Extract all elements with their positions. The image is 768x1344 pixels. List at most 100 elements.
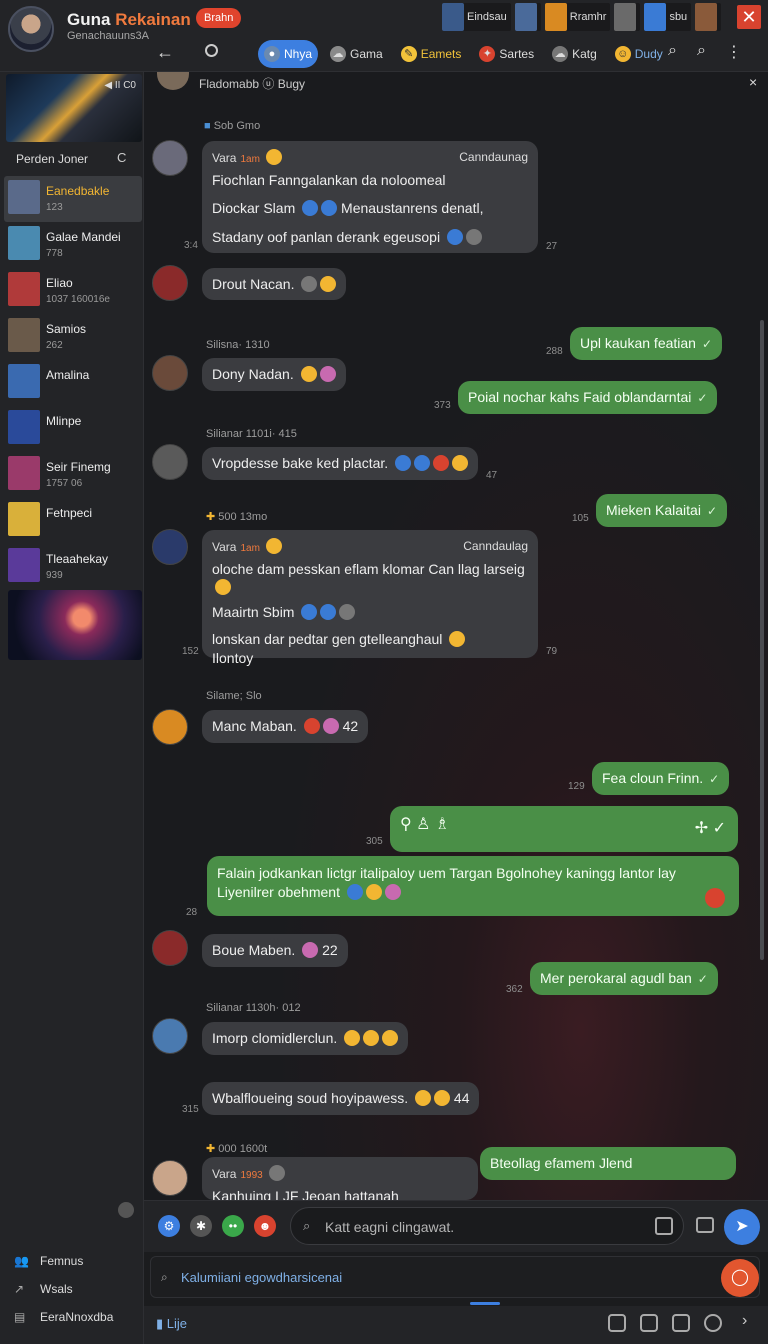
profile-avatar[interactable]: [8, 6, 54, 52]
tab-nhya[interactable]: ● Nhya: [258, 40, 319, 68]
reaction-count: 44: [453, 1090, 470, 1106]
send-button[interactable]: ➤: [724, 1209, 760, 1245]
camera-icon[interactable]: [696, 1217, 714, 1233]
message-bubble-outgoing[interactable]: Falain jodkankan lictgr italipaloy uem T…: [207, 856, 739, 916]
sidebar-item[interactable]: Mlinpe: [4, 406, 142, 452]
sidebar: ◀ II C0 Perden Joner C Eanedbakle 123 Gal…: [0, 72, 144, 1344]
avatar[interactable]: [152, 1160, 188, 1196]
message-bubble[interactable]: Manc Maban. 42: [202, 710, 369, 743]
more-icon[interactable]: ⋮: [726, 42, 742, 62]
avatar[interactable]: [152, 444, 188, 480]
circle-icon[interactable]: [205, 44, 218, 57]
sidebar-item[interactable]: Fetnpeci: [4, 498, 142, 544]
pinned-bar[interactable]: Fladomabb ⓤ Bugy ×: [155, 72, 768, 94]
more-dots-icon[interactable]: ••: [222, 1215, 244, 1237]
search-bar[interactable]: ⌕ Kalumiiani egowdharsicenai ◯: [150, 1256, 760, 1298]
message-text: Kanhuing I JF Jeoan hattanah frefileuana: [212, 1187, 399, 1201]
sidebar-item[interactable]: Galae Mandei 778: [4, 222, 142, 268]
message-text: Poial nochar kahs Faid oblandarntai: [468, 389, 692, 405]
toolbar-icons: ⌕ ⌕ ⋮: [668, 42, 742, 62]
sidebar-item[interactable]: Tleaahekay 939: [4, 544, 142, 590]
message-bubble[interactable]: Vara 1am Canndaunag Fiochlan Fanngalankan…: [202, 141, 538, 253]
message-text: Fiochlan Fanngalankan da noloomeal: [212, 171, 446, 188]
strip-item[interactable]: [695, 3, 722, 31]
message-bubble[interactable]: Boue Maben. 22: [202, 934, 348, 967]
search-go-button[interactable]: ◯: [721, 1259, 759, 1297]
message-input[interactable]: ⌕ Katt eagni clingawat.: [290, 1207, 684, 1245]
thumbnail: [8, 318, 40, 352]
media-controls[interactable]: ◀ II C0: [104, 80, 136, 91]
search-icon[interactable]: ⌕: [668, 42, 677, 62]
strip-item[interactable]: sbu: [644, 3, 692, 31]
footer-item-wsals[interactable]: ↗ Wsals: [14, 1280, 113, 1298]
bottom-link[interactable]: ▮ Lije: [156, 1316, 187, 1332]
sticker-icon[interactable]: ☻: [254, 1215, 276, 1237]
timestamp: 27: [546, 241, 558, 252]
sidebar-item[interactable]: Eanedbakle 123: [4, 176, 142, 222]
message-bubble[interactable]: Vara 1am Canndaulag oloche dam pesskan ef…: [202, 530, 538, 666]
message-bubble-outgoing[interactable]: Fea cloun Frinn. ✓: [592, 762, 730, 795]
chevron-right-icon[interactable]: ›: [742, 1312, 747, 1330]
message-bubble-outgoing[interactable]: Mieken Kalaitai ✓: [596, 494, 727, 527]
avatar[interactable]: [152, 265, 188, 301]
sidebar-item[interactable]: Eliao 1037 160016e: [4, 268, 142, 314]
scrollbar[interactable]: [760, 320, 764, 960]
footer-item-eeranoxdba[interactable]: ▤ EeraNnoxdba: [14, 1308, 113, 1326]
avatar[interactable]: [152, 709, 188, 745]
message-bubble[interactable]: Vara1993 Kanhuing I JF Jeoan hattanah fr…: [202, 1157, 478, 1200]
sidebar-item-title: Mlinpe: [46, 414, 82, 428]
strip-item[interactable]: Eindsau: [442, 3, 511, 31]
message-bubble-outgoing[interactable]: Poial nochar kahs Faid oblandarntai ✓: [458, 381, 718, 414]
tab-katg[interactable]: ☁ Katg: [546, 40, 603, 68]
close-icon[interactable]: ×: [749, 74, 757, 90]
tab-dudy[interactable]: ☺ Dudy: [609, 40, 669, 68]
avatar[interactable]: [152, 529, 188, 565]
puzzle-icon[interactable]: [640, 1314, 658, 1332]
sidebar-item[interactable]: Seir Finemg 1757 06: [4, 452, 142, 498]
strip-item[interactable]: Rramhr: [544, 3, 611, 31]
tab-sartes[interactable]: ✦ Sartes: [473, 40, 540, 68]
footer-item-femnus[interactable]: 👥 Femnus: [14, 1252, 113, 1270]
strip-item[interactable]: [614, 3, 641, 31]
message-bubble-outgoing[interactable]: Mer perokaral agudl ban ✓: [530, 962, 718, 995]
message-label: Canndaunag: [459, 150, 528, 164]
refresh-icon[interactable]: C: [117, 150, 126, 165]
avatar[interactable]: [152, 140, 188, 176]
message-bubble[interactable]: Wbalfloueing soud hoyipawess. 44: [202, 1082, 480, 1115]
message-bubble-outgoing[interactable]: Upl kaukan featian ✓: [570, 327, 723, 360]
tab-eamets[interactable]: ✎ Eamets: [395, 40, 468, 68]
vk-icon[interactable]: ✱: [190, 1215, 212, 1237]
profile-name-last: Rekainan: [115, 10, 191, 29]
gear-icon[interactable]: ⚙: [158, 1215, 180, 1237]
alert-icon[interactable]: [705, 888, 725, 908]
status-dot[interactable]: [118, 1202, 134, 1218]
message-bubble[interactable]: Dony Nadan.: [202, 358, 346, 391]
message-bubble[interactable]: Vropdesse bake ked plactar.: [202, 447, 479, 480]
sidebar-item[interactable]: Amalina: [4, 360, 142, 406]
close-icon[interactable]: ✕: [737, 5, 761, 29]
attach-icon[interactable]: [655, 1217, 673, 1235]
caption-icon[interactable]: [672, 1314, 690, 1332]
emoji-icon[interactable]: [704, 1314, 722, 1332]
sidebar-item-title: Tleaahekay: [46, 552, 109, 566]
tab-gama[interactable]: ☁ Gama: [324, 40, 389, 68]
message-text: lonskan dar pedtar gen gtelleanghaul: [212, 631, 443, 648]
status-badge[interactable]: Brahn: [196, 8, 242, 28]
message-text: Ilontoy: [212, 650, 254, 667]
sidebar-item[interactable]: Samios 262: [4, 314, 142, 360]
screenshot-icon[interactable]: [608, 1314, 626, 1332]
message-bubble[interactable]: Imorp clomidlerclun.: [202, 1022, 409, 1055]
message-bubble-outgoing[interactable]: Bteollag efamem Jlend: [480, 1147, 736, 1180]
search-icon[interactable]: ⌕: [697, 42, 706, 62]
sidebar-list: Eanedbakle 123 Galae Mandei 778 Eliao 1037 …: [4, 176, 142, 590]
avatar[interactable]: [152, 355, 188, 391]
avatar[interactable]: [152, 930, 188, 966]
message-bubble-outgoing[interactable]: ⚲ ♙ ♗ ✢ ✓: [390, 806, 738, 852]
sidebar-banner[interactable]: ◀ II C0: [6, 74, 142, 142]
avatar[interactable]: [152, 1018, 188, 1054]
back-arrow-icon[interactable]: ←: [156, 42, 174, 63]
message-bubble[interactable]: Drout Nacan.: [202, 268, 347, 300]
promo-image[interactable]: [8, 590, 142, 660]
strip-item[interactable]: [514, 3, 541, 31]
avatar: [157, 72, 189, 90]
